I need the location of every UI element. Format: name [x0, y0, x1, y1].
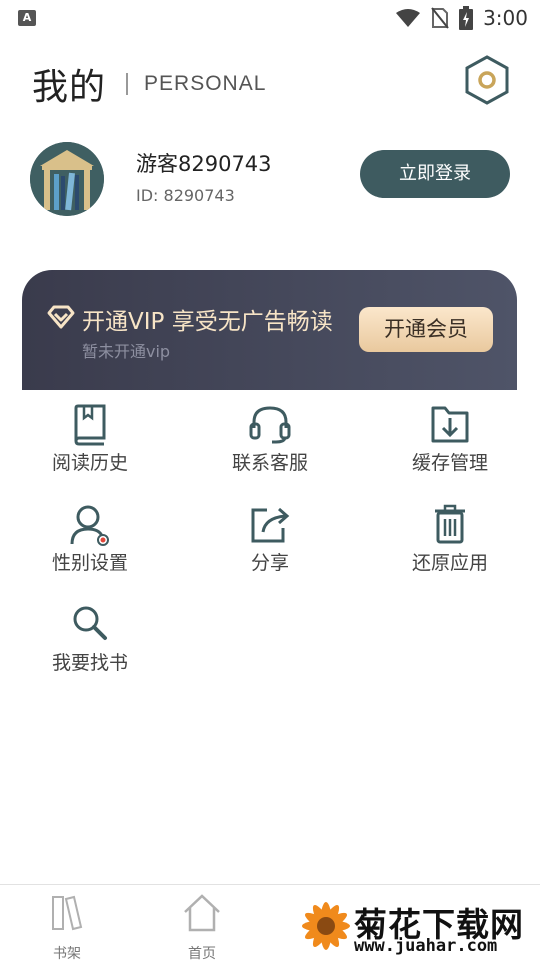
- home-icon: [184, 894, 220, 932]
- settings-button[interactable]: [462, 54, 512, 106]
- menu-cache-management[interactable]: 缓存管理: [380, 404, 520, 484]
- search-icon: [73, 606, 107, 640]
- title-divider: [126, 73, 129, 95]
- page-header: 我的 PERSONAL: [32, 62, 267, 108]
- library-avatar-icon: [30, 142, 104, 216]
- menu-label: 还原应用: [411, 552, 488, 574]
- watermark: 菊花下载网 www.juahar.com: [296, 894, 540, 960]
- menu-find-book[interactable]: 我要找书: [20, 604, 160, 684]
- username: 游客8290743: [136, 152, 272, 176]
- user-gender-icon: [70, 505, 109, 546]
- open-vip-button[interactable]: 开通会员: [359, 307, 493, 352]
- profile-section: 游客8290743 ID: 8290743 立即登录: [30, 142, 510, 218]
- menu-label: 缓存管理: [411, 452, 488, 474]
- menu-contact-service[interactable]: 联系客服: [200, 404, 340, 484]
- menu-label: 性别设置: [51, 552, 128, 574]
- watermark-url: www.juahar.com: [354, 936, 498, 956]
- avatar[interactable]: [30, 142, 104, 216]
- status-time: 3:00: [483, 6, 528, 30]
- user-id: ID: 8290743: [136, 186, 235, 205]
- login-button[interactable]: 立即登录: [360, 150, 510, 198]
- menu-share[interactable]: 分享: [200, 504, 340, 584]
- menu-gender-settings[interactable]: 性别设置: [20, 504, 160, 584]
- menu-label: 分享: [250, 552, 289, 574]
- page-subtitle: PERSONAL: [144, 72, 267, 95]
- headset-icon: [249, 406, 291, 444]
- vip-card[interactable]: 开通VIP 享受无广告畅读 暂未开通vip 开通会员: [22, 270, 517, 390]
- status-icons: 3:00: [395, 6, 528, 30]
- menu-label: 阅读历史: [51, 452, 128, 474]
- book-icon: [74, 404, 106, 446]
- tab-bookshelf[interactable]: 书架: [27, 893, 107, 962]
- wifi-icon: [396, 9, 421, 27]
- menu-reading-history[interactable]: 阅读历史: [20, 404, 160, 484]
- trash-icon: [435, 504, 465, 544]
- flower-logo-icon: [302, 902, 350, 950]
- menu-restore-app[interactable]: 还原应用: [380, 504, 520, 584]
- bookshelf-icon: [52, 895, 83, 931]
- page-title: 我的: [32, 67, 107, 108]
- app-notification-icon: A: [18, 10, 36, 26]
- status-bar: A 3:00: [0, 0, 540, 36]
- settings-hex-icon: [465, 55, 509, 105]
- tab-label: 书架: [53, 946, 81, 962]
- download-folder-icon: [431, 406, 469, 443]
- diamond-icon: [47, 305, 75, 329]
- tab-label: 首页: [188, 946, 216, 962]
- menu-label: 联系客服: [231, 452, 308, 474]
- menu-label: 我要找书: [51, 652, 128, 674]
- vip-title: 开通VIP 享受无广告畅读: [82, 309, 333, 335]
- battery-charging-icon: [459, 6, 474, 30]
- vip-status: 暂未开通vip: [82, 342, 171, 361]
- tab-home[interactable]: 首页: [162, 893, 242, 962]
- no-sim-icon: [431, 7, 449, 29]
- share-icon: [251, 507, 290, 543]
